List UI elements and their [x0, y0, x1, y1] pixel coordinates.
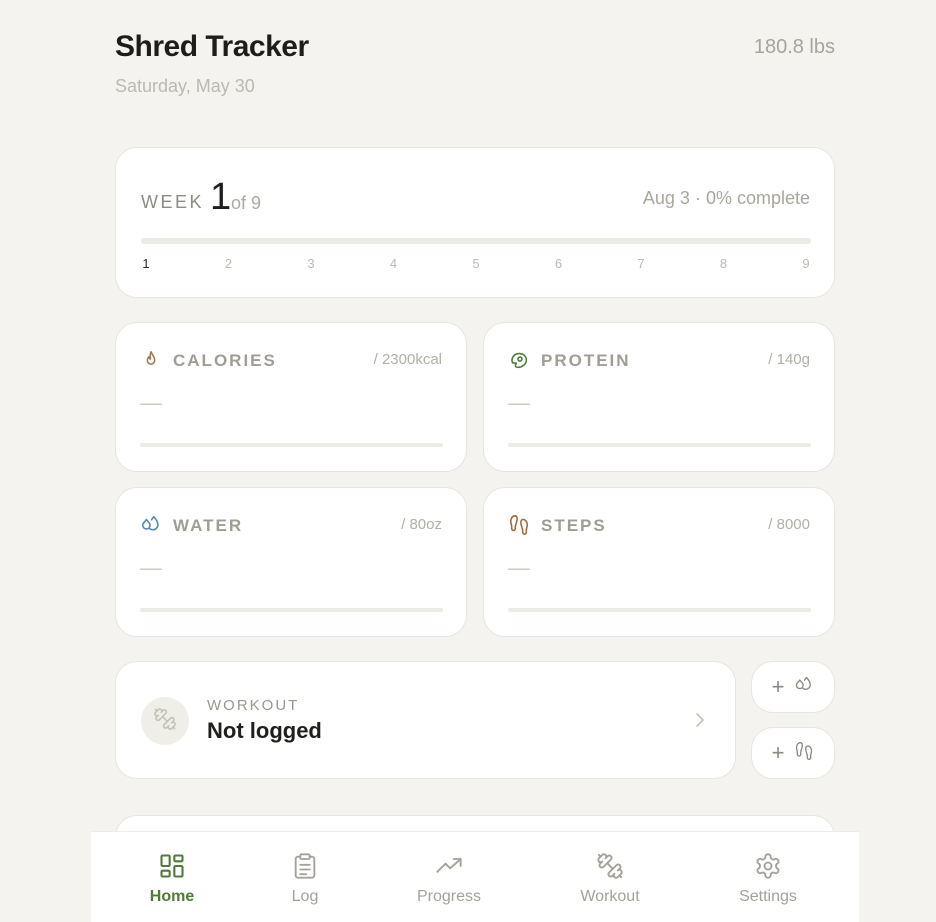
gear-icon	[713, 852, 823, 880]
protein-value: —	[508, 390, 530, 415]
nav-label-home: Home	[149, 888, 195, 905]
app-container: Shred Tracker Saturday, May 30 180.8 lbs…	[115, 0, 835, 922]
steps-progress-bar	[508, 608, 811, 612]
droplets-icon	[140, 514, 162, 536]
dumbbell-icon	[555, 852, 665, 880]
calories-progress-bar	[140, 443, 443, 447]
chevron-right-icon	[693, 711, 707, 729]
footprints-icon	[794, 741, 814, 766]
water-goal: / 80oz	[401, 516, 442, 533]
nav-label-settings: Settings	[739, 888, 797, 905]
steps-goal: / 8000	[768, 516, 810, 533]
flame-icon	[140, 349, 162, 371]
plus-icon: +	[771, 674, 785, 699]
week-tick: 7	[637, 256, 645, 271]
current-date: Saturday, May 30	[115, 76, 255, 96]
protein-progress-bar	[508, 443, 811, 447]
bottom-nav: Home Log Progress Workout Settings	[91, 831, 859, 922]
week-tick: 4	[389, 256, 398, 271]
nav-item-workout[interactable]: Workout	[555, 852, 665, 906]
water-value: —	[140, 555, 162, 580]
protein-card[interactable]: PROTEIN / 140g —	[483, 322, 835, 472]
nav-label-progress: Progress	[416, 888, 482, 905]
week-total: of 9	[231, 193, 262, 213]
week-tick: 2	[224, 256, 233, 271]
current-weight[interactable]: 180.8 lbs	[754, 36, 835, 59]
workout-label: WORKOUT	[207, 697, 300, 714]
week-tick: 5	[472, 256, 480, 271]
nav-item-home[interactable]: Home	[117, 852, 227, 906]
footprints-icon	[508, 514, 530, 536]
protein-goal: / 140g	[768, 351, 810, 368]
week-progress-bar	[141, 238, 811, 244]
workout-status: Not logged	[207, 718, 322, 743]
week-tick: 6	[554, 256, 563, 271]
nav-item-progress[interactable]: Progress	[394, 852, 504, 906]
nav-item-log[interactable]: Log	[250, 852, 360, 906]
water-label: WATER	[173, 516, 244, 535]
quick-add-water-button[interactable]: +	[751, 661, 835, 713]
steps-label: STEPS	[541, 516, 607, 535]
steps-card[interactable]: STEPS / 8000 —	[483, 487, 835, 637]
water-progress-bar	[140, 608, 443, 612]
calories-value: —	[140, 390, 162, 415]
calories-goal: / 2300kcal	[373, 351, 442, 368]
calories-card[interactable]: CALORIES / 2300kcal —	[115, 322, 467, 472]
week-current-number: 1	[210, 176, 232, 218]
week-tick: 9	[802, 256, 810, 271]
week-tick: 3	[307, 256, 315, 271]
water-card[interactable]: WATER / 80oz —	[115, 487, 467, 637]
week-progress-card: WEEK 1 of 9 Aug 3 · 0% complete 1 2 3 4 …	[115, 147, 835, 298]
week-label: WEEK	[141, 192, 205, 212]
grid-icon	[117, 852, 227, 880]
nav-item-settings[interactable]: Settings	[713, 852, 823, 906]
workout-avatar	[141, 697, 189, 745]
week-tick: 1	[142, 256, 150, 271]
plus-icon: +	[771, 740, 785, 765]
week-ticks: 1 2 3 4 5 6 7 8 9	[141, 256, 811, 272]
protein-label: PROTEIN	[541, 351, 631, 370]
week-status: Aug 3 · 0% complete	[642, 188, 810, 208]
workout-card[interactable]: WORKOUT Not logged	[115, 661, 736, 779]
page-title: Shred Tracker	[115, 30, 309, 63]
calories-label: CALORIES	[173, 351, 277, 370]
droplets-icon	[794, 675, 814, 700]
nav-label-workout: Workout	[580, 888, 640, 905]
clipboard-icon	[250, 852, 360, 880]
page-header: Shred Tracker Saturday, May 30 180.8 lbs	[115, 30, 835, 100]
steps-value: —	[508, 555, 530, 580]
nav-label-log: Log	[291, 888, 319, 905]
trending-up-icon	[394, 852, 504, 880]
week-tick: 8	[719, 256, 728, 271]
quick-add-steps-button[interactable]: +	[751, 727, 835, 779]
steak-icon	[508, 349, 530, 371]
dumbbell-icon	[153, 707, 177, 736]
